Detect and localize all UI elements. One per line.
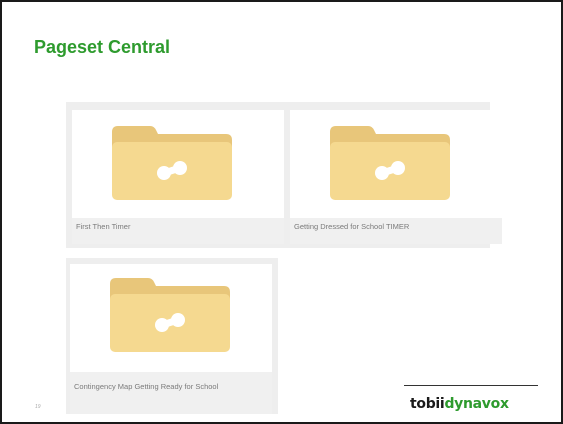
page-number: 19 bbox=[35, 404, 41, 410]
folder-icon bbox=[112, 126, 232, 200]
pageset-label: Getting Dressed for School TIMER bbox=[290, 218, 502, 244]
tobii-dynavox-logo: tobiidynavox bbox=[410, 396, 509, 412]
pageset-label: Contingency Map Getting Ready for School bbox=[70, 372, 272, 414]
brand-part-dynavox: dynavox bbox=[444, 396, 509, 412]
page-title: Pageset Central bbox=[34, 37, 171, 57]
pageset-tile-getting-dressed[interactable]: Getting Dressed for School TIMER bbox=[290, 110, 502, 244]
pageset-tile-contingency-map[interactable]: Contingency Map Getting Ready for School bbox=[70, 264, 272, 414]
folder-icon bbox=[330, 126, 450, 200]
pageset-label: First Then Timer bbox=[72, 218, 284, 244]
brand-divider bbox=[404, 385, 538, 386]
pageset-tile-first-then-timer[interactable]: First Then Timer bbox=[72, 110, 284, 244]
brand-part-tobii: tobii bbox=[410, 396, 445, 412]
folder-icon bbox=[110, 278, 230, 352]
slide: Pageset Central First Then Timer Getting… bbox=[0, 0, 563, 424]
tile-preview bbox=[72, 110, 284, 218]
tile-preview bbox=[290, 110, 502, 218]
tile-preview bbox=[70, 264, 272, 372]
